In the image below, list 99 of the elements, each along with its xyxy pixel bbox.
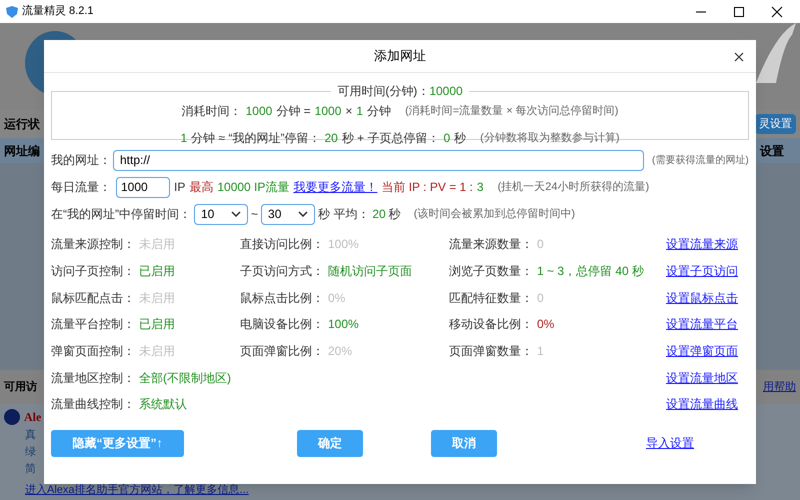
label-text: 秒 bbox=[454, 130, 466, 147]
setting-label: 页面弹窗比例： bbox=[240, 343, 324, 360]
dropdown[interactable]: 30 bbox=[261, 204, 316, 224]
setting-value: 0% bbox=[328, 290, 346, 307]
setting-label: 子页访问方式： bbox=[240, 263, 324, 280]
setting-label: 移动设备比例： bbox=[449, 316, 533, 334]
label-text: 分钟 ≈ “我的网址”停留： bbox=[191, 130, 320, 147]
setting-value: 系统默认 bbox=[139, 396, 187, 414]
hint-text: (挂机一天24小时所获得的流量) bbox=[498, 180, 650, 195]
daily-traffic-field[interactable]: 1000 bbox=[116, 176, 170, 198]
value-text: 1000 bbox=[314, 103, 342, 120]
setting-value: 1 bbox=[537, 343, 544, 360]
setting-value: 1 ~ 3，总停留 40 秒 bbox=[537, 263, 644, 280]
label-text: 消耗时间： bbox=[182, 103, 242, 120]
setting-value: 随机访问子页面 bbox=[328, 263, 412, 280]
setting-label: 直接访问比例： bbox=[240, 236, 324, 254]
alexa-title: Ale bbox=[24, 409, 42, 426]
settings-link[interactable]: 设置弹窗页面 bbox=[666, 342, 738, 360]
setting-label: 流量曲线控制： bbox=[51, 396, 135, 414]
available-value: 10000 bbox=[429, 84, 463, 98]
setting-label: 电脑设备比例： bbox=[240, 316, 324, 334]
settings-link[interactable]: 设置子页访问 bbox=[666, 262, 738, 280]
value-text: 20 bbox=[324, 130, 338, 147]
more-traffic-link[interactable]: 我要更多流量！ bbox=[293, 178, 378, 196]
import-settings-link[interactable]: 导入设置 bbox=[646, 434, 694, 452]
column-header: 网址编 bbox=[4, 142, 40, 160]
hint-text: (该时间会被累加到总停留时间中) bbox=[414, 206, 576, 222]
available-label: 可用访 bbox=[4, 380, 37, 395]
status-label: 运行状 bbox=[4, 116, 40, 133]
label-text: 分钟 bbox=[367, 103, 392, 120]
setting-value: 未启用 bbox=[139, 236, 175, 254]
setting-label: 流量平台控制： bbox=[51, 316, 135, 334]
available-label: 可用时间(分钟)： bbox=[337, 84, 430, 98]
setting-label: 弹窗页面控制： bbox=[51, 343, 135, 360]
label-text: IP bbox=[174, 179, 186, 196]
shield-icon bbox=[6, 6, 18, 18]
setting-value: 100% bbox=[328, 316, 359, 334]
setting-label: 页面弹窗数量： bbox=[449, 343, 533, 360]
close-icon[interactable] bbox=[734, 52, 744, 62]
setting-value: 0 bbox=[537, 290, 544, 307]
hint-text: (分钟数将取为整数参与计算) bbox=[480, 130, 620, 146]
alexa-text: 简 bbox=[25, 462, 36, 477]
setting-label: 流量地区控制： bbox=[51, 370, 135, 387]
setting-value: 已启用 bbox=[139, 316, 175, 334]
setting-value: 未启用 bbox=[139, 343, 175, 360]
label-text: 秒 bbox=[388, 206, 401, 223]
setting-label: 流量来源控制： bbox=[51, 236, 135, 254]
setting-value: 全部(不限制地区) bbox=[139, 370, 231, 387]
setting-value: 已启用 bbox=[139, 263, 175, 280]
setting-label: 匹配特征数量： bbox=[449, 290, 533, 307]
url-field[interactable]: http:// bbox=[113, 150, 644, 170]
alexa-text: 真 bbox=[25, 428, 36, 443]
label-text: 秒 + 子页总停留： bbox=[342, 130, 440, 147]
hint-text: (消耗时间=流量数量 × 每次访问总停留时间) bbox=[405, 104, 618, 119]
label-text: × bbox=[345, 103, 352, 120]
alexa-text: 绿 bbox=[25, 445, 36, 460]
maximize-icon[interactable] bbox=[733, 6, 745, 18]
value-text: 1000 bbox=[246, 103, 272, 120]
caret-icon bbox=[298, 211, 308, 217]
label-text: 分钟 = bbox=[276, 103, 311, 120]
value-text: 3 bbox=[476, 179, 484, 196]
alexa-link[interactable]: 进入Alexa排名助手官方网站，了解更多信息... bbox=[25, 484, 249, 497]
setting-label: 鼠标点击比例： bbox=[240, 290, 324, 307]
settings-link[interactable]: 设置流量平台 bbox=[666, 315, 738, 334]
highlight-text: 当前 IP : PV = 1 : bbox=[381, 179, 473, 196]
setting-label: 流量来源数量： bbox=[449, 236, 533, 254]
setting-label: 鼠标匹配点击： bbox=[51, 290, 135, 307]
setting-label: 访问子页控制： bbox=[51, 263, 135, 280]
label-text: 秒 平均： bbox=[318, 206, 370, 223]
field-label: 在“我的网址”中停留时间： bbox=[51, 206, 191, 223]
settings-button[interactable]: 灵设置 bbox=[755, 114, 796, 134]
value-text: 20 bbox=[372, 206, 386, 223]
help-link[interactable]: 用帮助 bbox=[763, 378, 796, 396]
dialog-title: 添加网址 bbox=[374, 47, 426, 66]
field-label: 我的网址： bbox=[51, 152, 111, 169]
highlight-text: 最高 bbox=[189, 179, 214, 196]
column-header: 设置 bbox=[760, 142, 785, 160]
hint-text: (需要获得流量的网址) bbox=[652, 154, 749, 168]
setting-value: 未启用 bbox=[139, 290, 175, 307]
setting-value: 0 bbox=[537, 236, 544, 254]
field-label: 每日流量： bbox=[51, 179, 111, 196]
setting-value: 20% bbox=[328, 343, 352, 360]
value-text: 0 bbox=[443, 130, 450, 147]
setting-label: 浏览子页数量： bbox=[449, 263, 533, 280]
range-separator: ~ bbox=[251, 206, 258, 223]
value-text: 1 bbox=[356, 103, 364, 120]
value-text: 10000 IP流量 bbox=[217, 179, 290, 196]
settings-link[interactable]: 设置流量地区 bbox=[666, 368, 738, 387]
settings-link[interactable]: 设置鼠标点击 bbox=[666, 288, 738, 307]
value-text: 1 bbox=[180, 130, 188, 147]
alexa-logo-icon bbox=[4, 409, 20, 425]
close-icon[interactable] bbox=[771, 6, 783, 18]
window-title: 流量精灵 8.2.1 bbox=[22, 4, 94, 20]
caret-icon bbox=[231, 211, 241, 217]
settings-link[interactable]: 设置流量曲线 bbox=[666, 395, 738, 414]
setting-value: 100% bbox=[328, 236, 359, 254]
dropdown[interactable]: 10 bbox=[194, 204, 248, 224]
settings-link[interactable]: 设置流量来源 bbox=[666, 235, 738, 254]
setting-value: 0% bbox=[537, 316, 554, 334]
